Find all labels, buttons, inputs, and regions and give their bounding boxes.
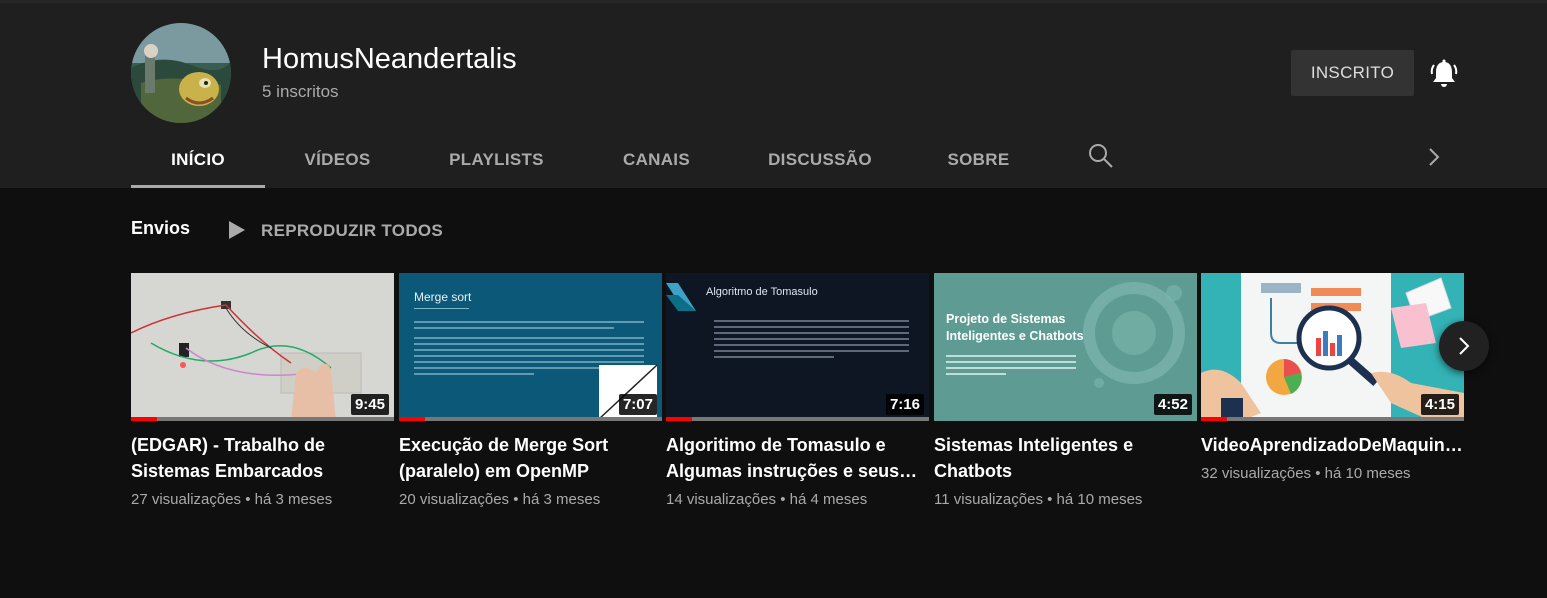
tab-discussao[interactable]: DISCUSSÃO bbox=[757, 131, 883, 188]
video-title[interactable]: VideoAprendizadoDeMaquinaSI bbox=[1201, 432, 1464, 458]
channel-name: HomusNeandertalis bbox=[262, 43, 517, 75]
thumbnail-heading-line-1: Projeto de Sistemas bbox=[946, 312, 1066, 326]
video-duration: 7:16 bbox=[885, 394, 924, 415]
play-icon[interactable] bbox=[228, 219, 246, 241]
video-duration: 4:52 bbox=[1153, 394, 1192, 415]
video-thumbnail[interactable]: Projeto de Sistemas Inteligentes e Chatb… bbox=[934, 273, 1197, 421]
watch-progress-track bbox=[131, 417, 394, 421]
video-duration: 7:07 bbox=[618, 394, 657, 415]
chevron-right-icon bbox=[1459, 337, 1470, 355]
watch-progress-fill bbox=[1201, 417, 1228, 421]
video-meta: 27 visualizações • há 3 meses bbox=[131, 491, 333, 508]
tab-videos[interactable]: VÍDEOS bbox=[281, 131, 394, 188]
thumbnail-heading-line-2: Inteligentes e Chatbots bbox=[946, 329, 1084, 343]
video-card[interactable]: Merge sort 7:07 Execução de Merge Sort (… bbox=[399, 273, 662, 508]
video-thumbnail[interactable]: Algoritmo de Tomasulo 7:16 bbox=[666, 273, 929, 421]
tab-sobre[interactable]: SOBRE bbox=[936, 131, 1021, 188]
thumbnail-heading: Algoritmo de Tomasulo bbox=[706, 286, 818, 298]
shelf-title[interactable]: Envios bbox=[131, 218, 190, 239]
video-duration: 9:45 bbox=[350, 394, 389, 415]
video-meta: 14 visualizações • há 4 meses bbox=[666, 491, 868, 508]
video-title[interactable]: Sistemas Inteligentes e Chatbots bbox=[934, 432, 1197, 484]
video-meta: 20 visualizações • há 3 meses bbox=[399, 491, 601, 508]
subscriber-count: 5 inscritos bbox=[262, 82, 339, 101]
tab-canais[interactable]: CANAIS bbox=[609, 131, 704, 188]
shelf-next-button[interactable] bbox=[1439, 321, 1489, 371]
video-title[interactable]: Algoritimo de Tomasulo e Algumas instruç… bbox=[666, 432, 929, 484]
watch-progress-track bbox=[1201, 417, 1464, 421]
video-duration: 4:15 bbox=[1420, 394, 1459, 415]
watch-progress-fill bbox=[399, 417, 426, 421]
avatar-image bbox=[131, 23, 231, 123]
video-meta: 32 visualizações • há 10 meses bbox=[1201, 465, 1411, 482]
video-thumbnail[interactable]: Merge sort 7:07 bbox=[399, 273, 662, 421]
watch-progress-track bbox=[666, 417, 929, 421]
tabs-scroll-right-chevron-icon[interactable] bbox=[1425, 146, 1443, 168]
video-title[interactable]: Execução de Merge Sort (paralelo) em Ope… bbox=[399, 432, 662, 484]
video-card[interactable]: Algoritmo de Tomasulo 7:16 Algoritimo de… bbox=[666, 273, 929, 508]
video-card[interactable]: 9:45 (EDGAR) - Trabalho de Sistemas Emba… bbox=[131, 273, 394, 508]
video-thumbnail[interactable]: 4:15 bbox=[1201, 273, 1464, 421]
thumbnail-heading: Projeto de Sistemas Inteligentes e Chatb… bbox=[946, 311, 1084, 345]
tab-playlists[interactable]: PLAYLISTS bbox=[431, 131, 562, 188]
watch-progress-fill bbox=[666, 417, 693, 421]
notification-bell-icon[interactable] bbox=[1430, 59, 1458, 89]
video-thumbnail[interactable]: 9:45 bbox=[131, 273, 394, 421]
active-tab-underline bbox=[131, 185, 265, 188]
channel-avatar[interactable] bbox=[131, 23, 231, 123]
play-all-button[interactable]: REPRODUZIR TODOS bbox=[261, 221, 443, 241]
watch-progress-track bbox=[399, 417, 662, 421]
video-card[interactable]: 4:15 VideoAprendizadoDeMaquinaSI 32 visu… bbox=[1201, 273, 1464, 482]
thumbnail-heading: Merge sort bbox=[414, 290, 472, 304]
tab-inicio[interactable]: INÍCIO bbox=[131, 131, 265, 188]
video-meta: 11 visualizações • há 10 meses bbox=[934, 491, 1143, 508]
search-icon[interactable] bbox=[1088, 143, 1114, 169]
video-card[interactable]: Projeto de Sistemas Inteligentes e Chatb… bbox=[934, 273, 1197, 508]
watch-progress-fill bbox=[131, 417, 158, 421]
channel-header: HomusNeandertalis 5 inscritos INSCRITO I… bbox=[0, 3, 1547, 188]
videos-shelf: 9:45 (EDGAR) - Trabalho de Sistemas Emba… bbox=[131, 273, 1464, 533]
subscribe-button[interactable]: INSCRITO bbox=[1291, 50, 1414, 96]
video-title[interactable]: (EDGAR) - Trabalho de Sistemas Embarcado… bbox=[131, 432, 394, 484]
